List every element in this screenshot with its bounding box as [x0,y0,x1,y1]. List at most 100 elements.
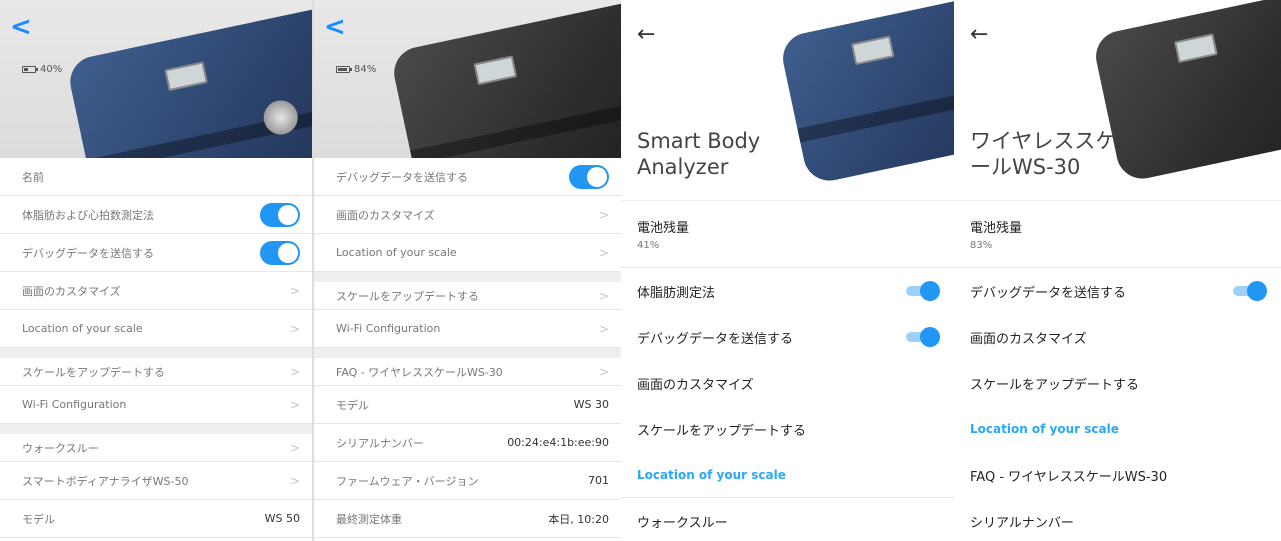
row-label: シリアルナンバー [336,436,424,450]
row-label: 名前 [22,170,44,184]
row-label: 画面のカスタマイズ [22,284,121,298]
chevron-right-icon: > [598,245,609,260]
row-name[interactable]: 名前 [0,158,312,196]
device-hero: < 40% [0,0,312,158]
row-customize[interactable]: 画面のカスタマイズ [954,314,1281,360]
row-update[interactable]: スケールをアップデートする > [314,272,621,310]
back-chevron-icon[interactable]: < [324,14,346,40]
row-body-fat: 体脂肪測定法 [621,268,954,314]
row-location[interactable]: Location of your scale [954,406,1281,452]
battery-indicator: 40% [22,64,62,75]
chevron-right-icon: > [289,473,300,488]
scale-image [65,1,312,158]
row-label: シリアルナンバー [970,515,1074,531]
page-title: Smart Body Analyzer [637,129,761,179]
row-model: モデル WS 50 [0,500,312,538]
row-location[interactable]: Location of your scale > [314,234,621,272]
row-wifi[interactable]: Wi-Fi Configuration > [0,386,312,424]
row-update[interactable]: スケールをアップデートする > [0,348,312,386]
firmware-value: 701 [588,474,609,487]
debug-toggle[interactable] [904,327,940,347]
device-hero: ← ワイヤレススケールWS-30 [954,0,1281,200]
debug-toggle[interactable] [1231,281,1267,301]
row-serial: シリアルナンバー 00:24:e4:1b:ee:90 [314,424,621,462]
scale-stripe [410,92,621,158]
row-firmware: ファームウェア・バージョン 701 [314,462,621,500]
row-label: FAQ - ワイヤレススケールWS-30 [336,365,503,379]
row-model: モデル WS 30 [314,386,621,424]
row-label: スケールをアップデートする [22,365,165,379]
toggle-thumb [920,281,940,301]
row-label: デバッグデータを送信する [970,285,1127,301]
row-debug: デバッグデータを送信する [0,234,312,272]
back-chevron-icon[interactable]: < [10,14,32,40]
row-label: Wi-Fi Configuration [22,398,127,411]
device-hero: < 84% [314,0,621,158]
row-product[interactable]: スマートボディアナライザWS-50 > [0,462,312,500]
row-label: 画面のカスタマイズ [637,377,754,393]
row-customize[interactable]: 画面のカスタマイズ > [314,196,621,234]
row-location[interactable]: Location of your scale > [0,310,312,348]
location-link[interactable]: Location of your scale [970,422,1119,436]
chevron-right-icon: > [289,397,300,412]
arrow-left-icon[interactable]: ← [637,22,655,47]
row-faq[interactable]: FAQ - ワイヤレススケールWS-30 > [314,348,621,386]
row-last-weight: 最終測定体重 本日, 10:20 [314,500,621,538]
chevron-right-icon: > [289,440,300,455]
battery-percent: 40% [40,64,63,75]
battery-value: 41% [637,240,660,251]
row-label: スケールをアップデートする [970,377,1140,393]
battery-value: 83% [970,240,993,251]
row-debug: デバッグデータを送信する [954,268,1281,314]
panel-sba-android: ← Smart Body Analyzer 電池残量 41% 体脂肪測定法 デバ… [621,0,954,541]
row-walkthrough[interactable]: ウォークスルー > [0,424,312,462]
scale-display [164,61,208,92]
row-body-fat: 体脂肪および心拍数測定法 [0,196,312,234]
row-faq[interactable]: FAQ - ワイヤレススケールWS-30 [954,452,1281,498]
chevron-right-icon: > [598,288,609,303]
row-label: スケールをアップデートする [336,289,479,303]
debug-toggle[interactable] [569,164,609,189]
row-label: FAQ - ワイヤレススケールWS-30 [970,469,1168,485]
row-walkthrough[interactable]: ウォークスルー [621,498,954,541]
battery-label: 電池残量 [637,221,690,236]
row-label: 画面のカスタマイズ [970,331,1087,347]
location-link[interactable]: Location of your scale [637,468,786,482]
row-label: Location of your scale [336,246,457,259]
scale-display [1174,33,1218,64]
chevron-right-icon: > [289,364,300,379]
row-label: Wi-Fi Configuration [336,322,441,335]
row-location[interactable]: Location of your scale [621,452,954,498]
chevron-right-icon: > [289,283,300,298]
row-label: Location of your scale [22,322,143,335]
row-customize[interactable]: 画面のカスタマイズ [621,360,954,406]
row-label: スマートボディアナライザWS-50 [22,474,189,488]
row-battery: 電池残量 83% [954,200,1281,268]
panel-ws30-ios: < 84% デバッグデータを送信する 画面のカスタマイズ > Location o… [312,0,621,541]
debug-toggle[interactable] [260,240,300,265]
row-label: デバッグデータを送信する [336,170,468,184]
panel-ws50-ios: < 40% 名前 体脂肪および心拍数測定法 デバッグデータを送信する 画面のカス… [0,0,312,541]
row-update[interactable]: スケールをアップデートする [621,406,954,452]
row-update[interactable]: スケールをアップデートする [954,360,1281,406]
body-fat-toggle[interactable] [260,202,300,227]
toggle-thumb [920,327,940,347]
battery-icon [22,66,38,73]
row-label: モデル [336,398,369,412]
battery-indicator: 84% [336,64,376,75]
arrow-left-icon[interactable]: ← [970,22,988,47]
scale-image [389,0,621,158]
scale-display [473,55,518,86]
row-label: ウォークスルー [637,515,728,531]
row-customize[interactable]: 画面のカスタマイズ > [0,272,312,310]
serial-value: 00:24:e4:1b:ee:90 [507,436,609,449]
row-debug: デバッグデータを送信する [314,158,621,196]
row-wifi[interactable]: Wi-Fi Configuration > [314,310,621,348]
page-title: ワイヤレススケールWS-30 [970,129,1117,179]
row-debug: デバッグデータを送信する [621,314,954,360]
row-label: スケールをアップデートする [637,423,807,439]
chevron-right-icon: > [598,321,609,336]
body-fat-toggle[interactable] [904,281,940,301]
model-value: WS 50 [264,512,300,525]
row-serial: シリアルナンバー [954,498,1281,541]
